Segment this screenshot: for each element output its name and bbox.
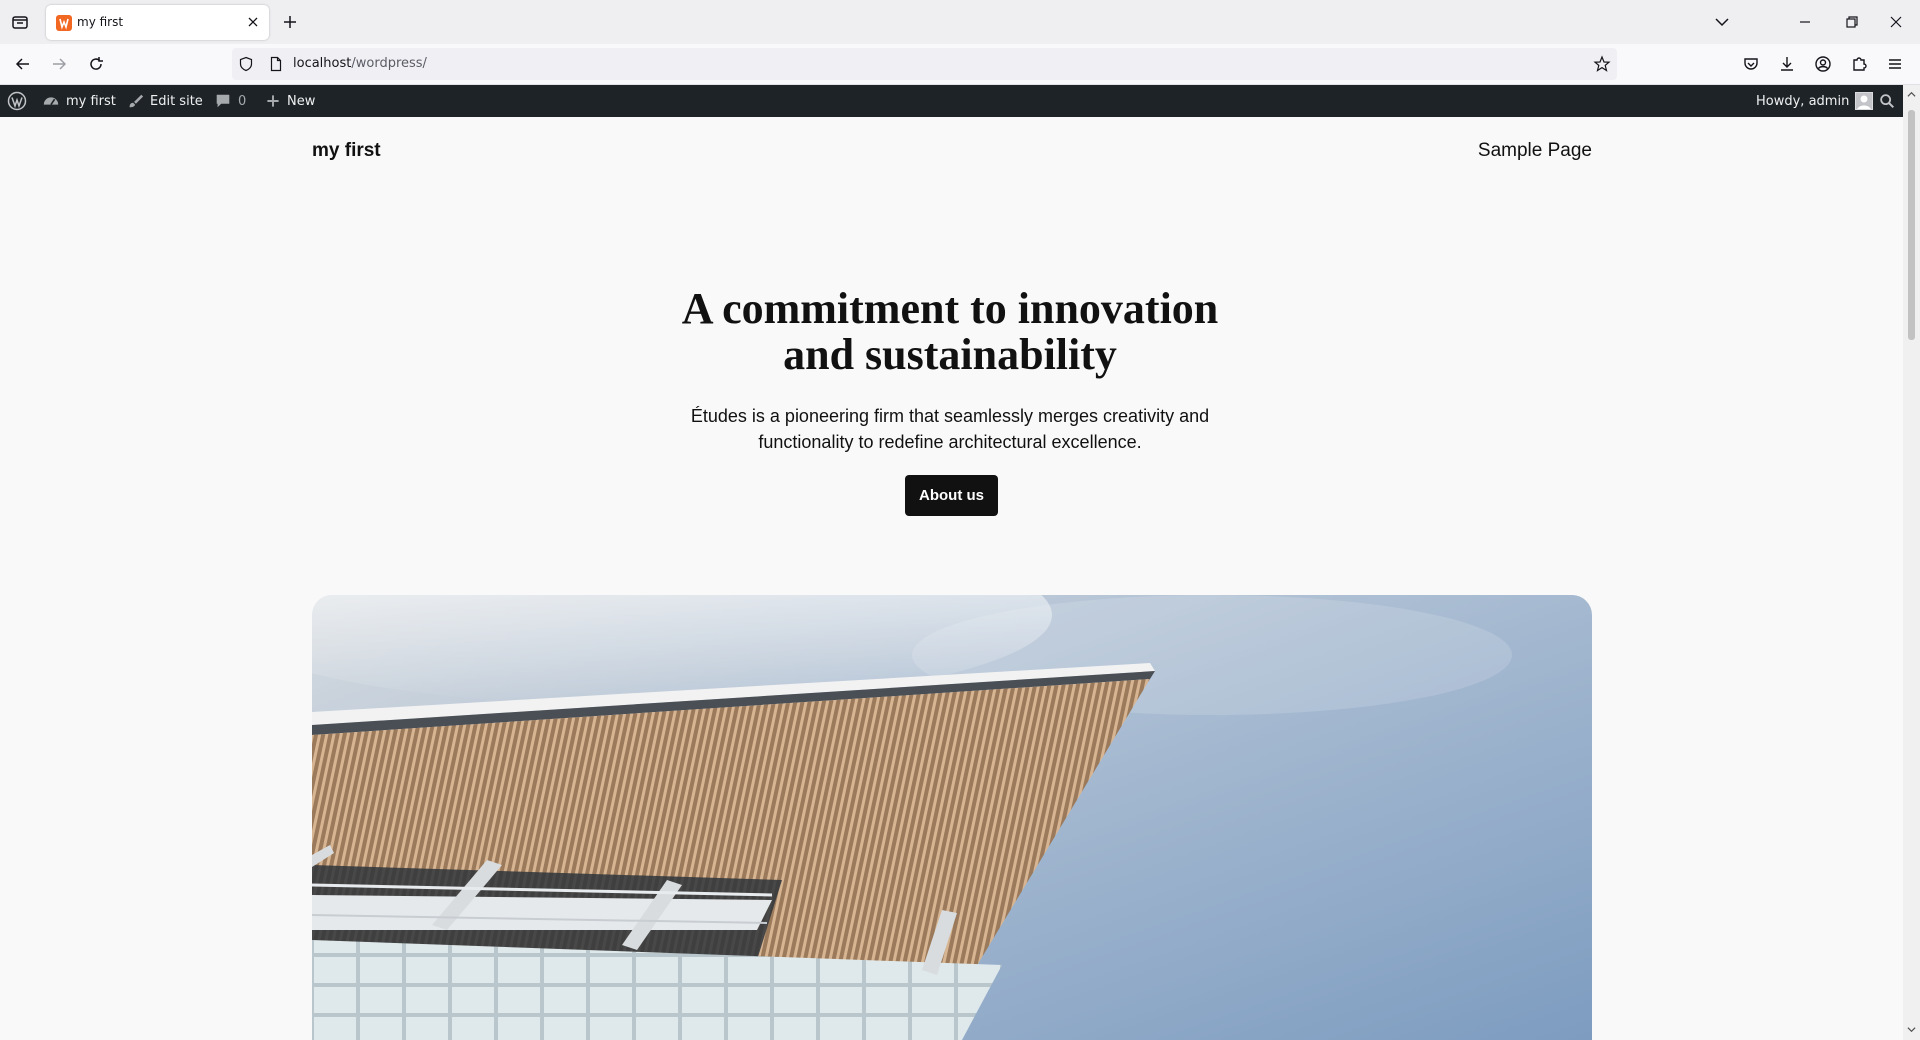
adminbar-comments-count: 0 (238, 93, 247, 109)
tab-title: my first (77, 15, 124, 29)
browser-tab-bar: my first (0, 0, 1920, 44)
plus-icon (267, 95, 279, 107)
search-icon (1880, 94, 1895, 109)
browser-nav-bar: localhost/wordpress/ (0, 44, 1920, 85)
about-us-button[interactable]: About us (905, 475, 998, 516)
adminbar-search[interactable] (1878, 85, 1896, 117)
hero-subtitle-line-1: Études is a pioneering firm that seamles… (690, 406, 1210, 426)
hero-subtitle-line-2: functionality to redefine architectural … (758, 432, 1142, 452)
window-close-icon[interactable] (1884, 10, 1908, 34)
tab-favicon (56, 15, 72, 31)
chevron-down-icon[interactable] (1712, 12, 1732, 32)
pocket-icon[interactable] (1741, 54, 1761, 74)
url-path: /wordpress/ (351, 56, 427, 71)
adminbar-site-name[interactable]: my first (42, 85, 116, 117)
reload-icon[interactable] (86, 54, 106, 74)
dashboard-icon (43, 97, 59, 106)
minimize-icon[interactable] (1793, 10, 1817, 34)
adminbar-my-account[interactable]: Howdy, admin (1756, 85, 1874, 117)
scroll-down-icon[interactable] (1907, 1025, 1916, 1034)
site-title[interactable]: my first (312, 140, 381, 162)
avatar (1855, 92, 1874, 110)
hero-title-line-1: A commitment to innovation (681, 284, 1219, 333)
adminbar-new-label: New (287, 93, 316, 109)
adminbar-edit-site[interactable]: Edit site (126, 85, 203, 117)
menu-icon[interactable] (1885, 54, 1905, 74)
account-icon[interactable] (1813, 54, 1833, 74)
url-text[interactable]: localhost/wordpress/ (293, 56, 427, 71)
adminbar-comments[interactable]: 0 (214, 85, 246, 117)
page-icon[interactable] (268, 56, 284, 72)
hero-subtitle: Études is a pioneering firm that seamles… (640, 403, 1260, 455)
scroll-up-icon[interactable] (1907, 90, 1916, 99)
site-header: my first Sample Page (312, 140, 1592, 170)
adminbar-howdy: Howdy, admin (1756, 93, 1850, 109)
forward-icon[interactable] (49, 54, 69, 74)
close-icon[interactable] (245, 14, 261, 30)
url-host: localhost (293, 56, 352, 71)
hero-title-line-2: and sustainability (783, 330, 1117, 379)
back-icon[interactable] (13, 54, 33, 74)
brush-icon (129, 94, 144, 108)
comment-icon (216, 94, 230, 108)
browser-tab[interactable]: my first (46, 5, 269, 40)
wordpress-logo-icon (7, 91, 27, 111)
page-scrollbar[interactable] (1903, 85, 1920, 1040)
adminbar-site-label: my first (66, 93, 116, 109)
wp-admin-bar: my first Edit site 0 New Howdy, admin (0, 85, 1920, 117)
adminbar-new[interactable]: New (265, 85, 315, 117)
restore-icon[interactable] (1840, 10, 1864, 34)
extensions-icon[interactable] (1849, 54, 1869, 74)
hero-title: A commitment to innovation and sustainab… (560, 286, 1340, 378)
shield-icon[interactable] (238, 56, 254, 72)
plus-icon[interactable] (280, 12, 300, 32)
download-icon[interactable] (1777, 54, 1797, 74)
firefox-view-icon[interactable] (10, 12, 30, 32)
url-bar[interactable]: localhost/wordpress/ (232, 48, 1617, 80)
hero-image (312, 595, 1592, 1040)
nav-link-sample-page[interactable]: Sample Page (1478, 140, 1592, 162)
scroll-thumb[interactable] (1908, 110, 1915, 340)
adminbar-edit-site-label: Edit site (150, 93, 203, 109)
wp-logo-menu[interactable] (7, 85, 27, 117)
star-icon[interactable] (1593, 55, 1611, 73)
